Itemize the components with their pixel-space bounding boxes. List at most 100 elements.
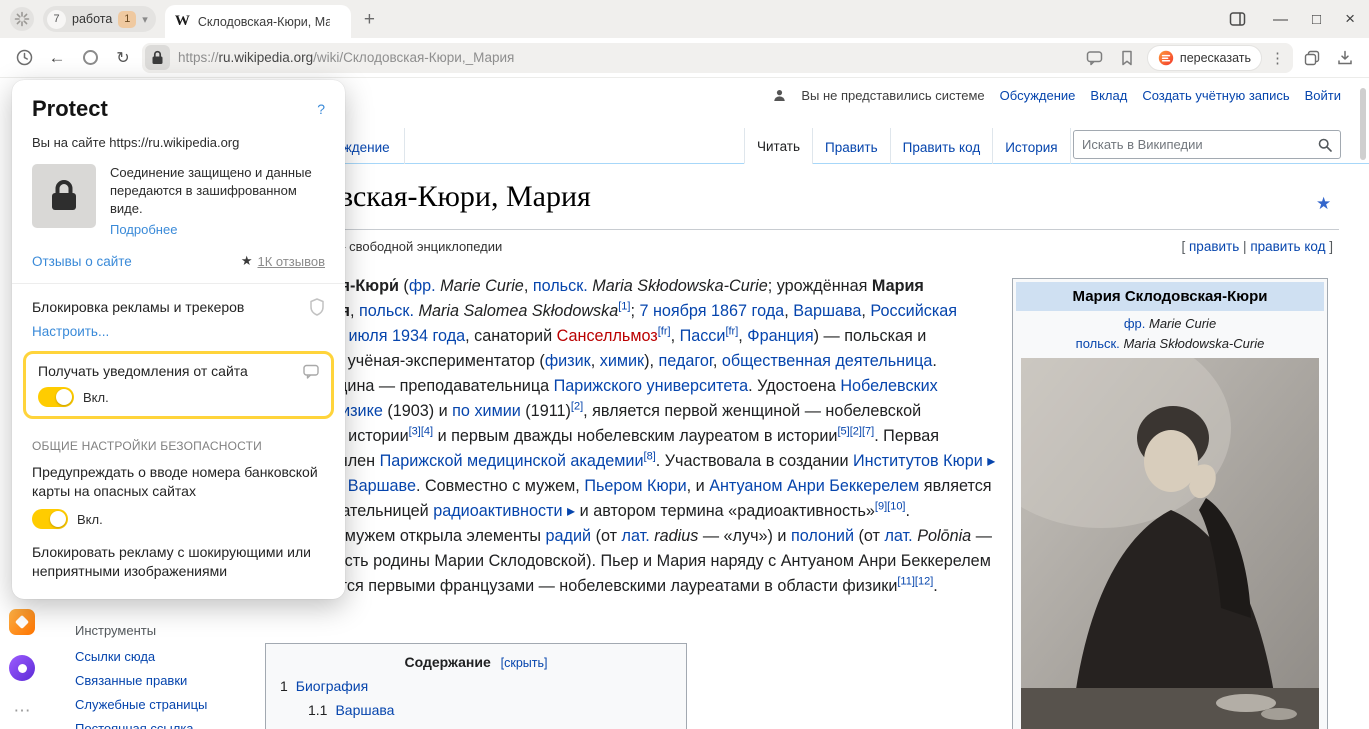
wiki-link[interactable]: Пьером Кюри bbox=[584, 477, 686, 495]
wiki-link[interactable]: общественная деятельница bbox=[722, 352, 933, 370]
wiki-link[interactable]: Франция bbox=[747, 327, 813, 345]
notifications-toggle[interactable] bbox=[38, 387, 74, 407]
footnote-ref[interactable]: [7] bbox=[862, 426, 874, 438]
sidebar-tool-link[interactable]: Ссылки сюда bbox=[75, 649, 250, 664]
wiki-link[interactable]: педагог bbox=[659, 352, 713, 370]
back-button[interactable]: ← bbox=[43, 44, 71, 72]
toc-link[interactable]: Биография bbox=[296, 678, 368, 694]
footnote-ref[interactable]: [3] bbox=[409, 426, 421, 438]
refresh-button[interactable]: ↻ bbox=[109, 44, 137, 72]
footnote-ref[interactable]: [fr] bbox=[725, 326, 738, 338]
wiki-link[interactable]: 7 ноября bbox=[639, 302, 706, 320]
footnote-ref[interactable]: [fr] bbox=[658, 326, 671, 338]
footnote-ref[interactable]: [1] bbox=[618, 301, 630, 313]
wiki-link[interactable]: польск. bbox=[359, 302, 414, 320]
footnote-ref[interactable]: [10] bbox=[887, 501, 905, 513]
personal-link[interactable]: Обсуждение bbox=[1000, 88, 1076, 103]
alice-icon[interactable] bbox=[9, 655, 35, 681]
help-link[interactable]: ? bbox=[317, 101, 325, 117]
chevron-down-icon[interactable]: ▾ bbox=[142, 13, 148, 26]
toc-hide-link[interactable]: [скрыть] bbox=[501, 656, 548, 670]
tab-group[interactable]: 7 работа 1 ▾ bbox=[43, 6, 156, 32]
footnote-ref[interactable]: [12] bbox=[915, 576, 933, 588]
address-bar[interactable]: https://ru.wikipedia.org/wiki/Склодовска… bbox=[142, 43, 1293, 73]
site-reviews-link[interactable]: Отзывы о сайте bbox=[32, 254, 132, 269]
footnote-ref[interactable]: [2] bbox=[850, 426, 862, 438]
footnote-ref[interactable]: [5] bbox=[837, 426, 849, 438]
address-menu-icon[interactable]: ⋮ bbox=[1270, 49, 1285, 67]
wiki-link[interactable]: Пасси bbox=[680, 327, 726, 345]
article-text: и первым дважды нобелевским лауреатом в … bbox=[433, 427, 837, 445]
details-link[interactable]: Подробнее bbox=[110, 222, 316, 237]
watch-star-icon[interactable]: ★ bbox=[1316, 194, 1331, 214]
configure-link[interactable]: Настроить... bbox=[32, 324, 325, 339]
article-text: . Удостоена bbox=[748, 377, 840, 395]
wiki-link[interactable]: лат. bbox=[622, 527, 650, 545]
retell-button[interactable]: пересказать bbox=[1147, 45, 1262, 71]
view-tab[interactable]: Читать bbox=[744, 128, 812, 164]
wiki-link[interactable]: Парижской медицинской академии bbox=[380, 452, 644, 470]
lang-link-fr[interactable]: фр. bbox=[1124, 316, 1146, 331]
wiki-link[interactable]: Варшава bbox=[793, 302, 861, 320]
personal-link[interactable]: Вклад bbox=[1090, 88, 1127, 103]
view-tab[interactable]: История bbox=[992, 128, 1070, 164]
wiki-link[interactable]: полоний bbox=[791, 527, 854, 545]
view-tab[interactable]: Править bbox=[812, 128, 890, 164]
scrollbar-thumb[interactable] bbox=[1360, 88, 1366, 160]
comments-icon[interactable] bbox=[1083, 46, 1107, 70]
footnote-ref[interactable]: [4] bbox=[421, 426, 433, 438]
yandex-services-icon[interactable] bbox=[9, 609, 35, 635]
footnote-ref[interactable]: [9] bbox=[875, 501, 887, 513]
lang-link-pl[interactable]: польск. bbox=[1076, 336, 1120, 351]
home-button[interactable] bbox=[76, 44, 104, 72]
reviews-count-link[interactable]: 1К отзывов bbox=[257, 254, 325, 269]
wiki-link[interactable]: химик bbox=[600, 352, 644, 370]
personal-link[interactable]: Создать учётную запись bbox=[1142, 88, 1289, 103]
search-input[interactable] bbox=[1082, 137, 1318, 152]
card-warning-toggle[interactable] bbox=[32, 509, 68, 529]
active-tab[interactable]: W Склодовская-Кюри, Мария bbox=[165, 5, 351, 38]
rail-more-button[interactable]: ⋯ bbox=[14, 701, 31, 721]
close-button[interactable]: × bbox=[1345, 9, 1355, 29]
downloads-icon[interactable] bbox=[1331, 44, 1359, 72]
toc-link[interactable]: Варшава bbox=[335, 702, 394, 718]
search-icon[interactable] bbox=[1318, 138, 1332, 152]
personal-link[interactable]: Войти bbox=[1305, 88, 1341, 103]
wiki-link[interactable]: радий bbox=[546, 527, 592, 545]
edit-code-link[interactable]: править код bbox=[1250, 239, 1325, 254]
footnote-ref[interactable]: [11] bbox=[897, 576, 915, 588]
red-link[interactable]: Санселльмоз bbox=[557, 327, 658, 345]
wiki-link[interactable]: ▸ bbox=[987, 452, 995, 470]
minimize-button[interactable]: — bbox=[1273, 11, 1288, 28]
view-tab[interactable]: Править код bbox=[890, 128, 993, 164]
maximize-button[interactable]: □ bbox=[1312, 11, 1321, 28]
wiki-link[interactable]: Парижского университета bbox=[554, 377, 749, 395]
edit-link[interactable]: править bbox=[1189, 239, 1239, 254]
wiki-link[interactable]: лат. bbox=[884, 527, 912, 545]
lock-icon[interactable] bbox=[145, 45, 170, 70]
bookmark-flag-icon[interactable] bbox=[1115, 46, 1139, 70]
wiki-link[interactable]: радиоактивности bbox=[433, 502, 562, 520]
new-tab-button[interactable]: + bbox=[364, 10, 375, 29]
wiki-link[interactable]: по химии bbox=[452, 402, 521, 420]
wiki-link[interactable]: физик bbox=[545, 352, 591, 370]
wiki-link[interactable]: Антуаном Анри Беккерелем bbox=[709, 477, 919, 495]
wiki-link[interactable]: фр. bbox=[409, 277, 436, 295]
wiki-link[interactable]: 1867 года bbox=[711, 302, 784, 320]
footnote-ref[interactable]: [2] bbox=[571, 401, 583, 413]
wiki-link[interactable]: Институтов Кюри bbox=[853, 452, 983, 470]
wiki-search-box[interactable] bbox=[1073, 130, 1341, 159]
sidebar-tool-link[interactable]: Связанные правки bbox=[75, 673, 250, 688]
history-icon[interactable] bbox=[10, 44, 38, 72]
wiki-link[interactable]: 1934 года bbox=[392, 327, 465, 345]
wiki-link[interactable]: польск. bbox=[533, 277, 588, 295]
portrait-photo[interactable] bbox=[1021, 358, 1319, 729]
wiki-link[interactable]: ▸ bbox=[567, 502, 575, 520]
side-panel-icon[interactable] bbox=[1225, 7, 1249, 31]
profile-avatar[interactable] bbox=[10, 7, 34, 31]
wiki-link[interactable]: в Варшаве bbox=[335, 477, 416, 495]
collections-icon[interactable] bbox=[1298, 44, 1326, 72]
sidebar-tool-link[interactable]: Постоянная ссылка bbox=[75, 721, 250, 729]
footnote-ref[interactable]: [8] bbox=[644, 451, 656, 463]
sidebar-tool-link[interactable]: Служебные страницы bbox=[75, 697, 250, 712]
